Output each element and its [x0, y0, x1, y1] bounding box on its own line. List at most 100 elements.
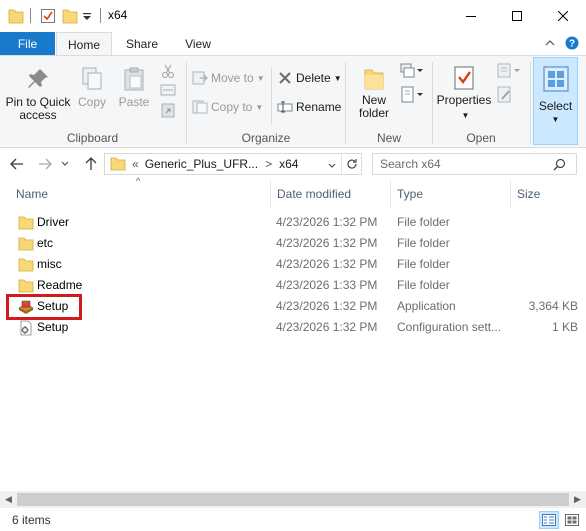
list-item[interactable]: misc 4/23/2026 1:32 PM File folder — [8, 254, 586, 275]
edit-icon[interactable] — [497, 86, 513, 104]
status-bar: 6 items — [0, 508, 586, 531]
column-divider[interactable] — [510, 180, 511, 208]
properties-button[interactable]: Properties ▼ — [436, 64, 492, 122]
large-icons-view-button[interactable] — [562, 511, 582, 529]
item-count: 6 items — [12, 513, 51, 527]
list-item[interactable]: Driver 4/23/2026 1:32 PM File folder — [8, 212, 586, 233]
cut-icon[interactable] — [160, 63, 176, 79]
scroll-right-icon[interactable]: ▶ — [569, 492, 586, 507]
config-file-icon — [20, 320, 32, 336]
up-button[interactable] — [82, 155, 100, 173]
window-title: x64 — [108, 8, 128, 22]
tab-view[interactable]: View — [174, 32, 222, 55]
copy-to-label: Copy to — [211, 100, 253, 114]
column-header-size[interactable]: Size — [517, 180, 540, 208]
help-icon[interactable]: ? — [565, 36, 579, 50]
chevron-down-icon — [328, 163, 336, 168]
search-icon — [553, 158, 566, 171]
divider — [271, 68, 272, 124]
properties-quick-access-icon[interactable] — [40, 7, 56, 25]
rename-label: Rename — [296, 100, 342, 114]
maximize-icon — [512, 10, 522, 21]
search-placeholder: Search x64 — [380, 157, 441, 171]
select-button[interactable]: Select ▼ — [533, 57, 578, 145]
folder-icon — [18, 237, 34, 251]
breadcrumb-overflow[interactable]: « — [132, 157, 139, 171]
tab-share[interactable]: Share — [118, 32, 166, 55]
search-input[interactable]: Search x64 — [372, 153, 577, 175]
close-button[interactable] — [540, 0, 586, 31]
scroll-left-icon[interactable]: ◀ — [0, 492, 17, 507]
open-icon[interactable] — [497, 63, 523, 79]
breadcrumb-separator[interactable]: > — [265, 157, 272, 171]
file-size: 3,364 KB — [528, 299, 578, 313]
breadcrumb-segment[interactable]: x64 — [279, 157, 298, 171]
copy-to-button[interactable]: Copy to ▼ — [192, 98, 263, 116]
scrollbar-thumb[interactable] — [17, 493, 569, 506]
file-type: File folder — [397, 278, 450, 292]
list-item[interactable]: Setup 4/23/2026 1:32 PM Configuration se… — [8, 317, 586, 338]
minimize-button[interactable] — [448, 0, 494, 31]
new-item-icon[interactable] — [400, 63, 424, 79]
file-type: File folder — [397, 215, 450, 229]
column-divider[interactable] — [390, 180, 391, 208]
column-divider[interactable] — [270, 180, 271, 208]
column-header-type[interactable]: Type — [397, 180, 423, 208]
tab-file[interactable]: File — [0, 32, 55, 55]
horizontal-scrollbar[interactable]: ◀ ▶ — [0, 491, 586, 508]
details-view-icon — [542, 514, 556, 526]
svg-text:?: ? — [569, 39, 575, 50]
large-icons-view-icon — [565, 514, 579, 526]
divider — [30, 8, 31, 23]
copy-button[interactable]: Copy — [76, 66, 108, 109]
pin-label-line2: access — [19, 108, 57, 122]
list-item[interactable]: Setup 4/23/2026 1:32 PM Application 3,36… — [8, 296, 586, 317]
paste-button[interactable]: Paste — [116, 66, 152, 109]
rename-button[interactable]: Rename — [277, 98, 341, 116]
refresh-icon — [346, 159, 357, 169]
column-header-date[interactable]: Date modified — [277, 180, 351, 208]
highlight-annotation — [6, 294, 82, 320]
back-button[interactable] — [8, 155, 26, 173]
copy-label: Copy — [77, 95, 106, 109]
column-header-name[interactable]: Name — [16, 180, 48, 208]
refresh-button[interactable] — [341, 154, 361, 174]
new-folder-button[interactable]: New folder — [352, 64, 396, 120]
new-folder-quick-access-icon[interactable] — [62, 7, 78, 25]
folder-icon — [18, 216, 34, 230]
delete-label: Delete — [296, 71, 331, 85]
new-folder-label-line2: folder — [358, 106, 390, 120]
delete-button[interactable]: Delete ▼ — [277, 69, 342, 87]
chevron-down-icon: ▼ — [256, 73, 265, 83]
customize-toolbar-icon[interactable] — [82, 7, 92, 25]
ribbon: Pin to Quick access Copy Paste Clipboard — [0, 55, 586, 148]
easy-access-icon[interactable] — [400, 86, 424, 104]
recent-locations-button[interactable] — [60, 155, 70, 173]
file-type: Application — [397, 299, 456, 313]
paste-shortcut-icon[interactable] — [160, 102, 176, 118]
new-folder-icon — [364, 69, 384, 90]
move-to-button[interactable]: Move to ▼ — [192, 69, 265, 87]
tab-home[interactable]: Home — [56, 32, 112, 56]
file-name: Setup — [37, 320, 69, 334]
copy-path-icon[interactable] — [160, 83, 176, 97]
divider — [100, 8, 101, 23]
breadcrumb-segment[interactable]: Generic_Plus_UFR... — [145, 157, 258, 171]
list-item[interactable]: etc 4/23/2026 1:32 PM File folder — [8, 233, 586, 254]
maximize-button[interactable] — [494, 0, 540, 31]
file-name: misc — [37, 257, 62, 271]
new-group-label: New — [376, 131, 401, 145]
pin-icon — [28, 69, 48, 88]
list-item[interactable]: Readme 4/23/2026 1:33 PM File folder — [8, 275, 586, 296]
move-to-icon — [192, 70, 208, 86]
forward-button[interactable] — [36, 155, 54, 173]
pin-to-quick-access-button[interactable]: Pin to Quick access — [4, 66, 72, 122]
chevron-down-icon: ▼ — [333, 73, 342, 83]
collapse-ribbon-icon[interactable] — [545, 39, 555, 47]
open-group-label: Open — [466, 131, 496, 145]
title-bar: x64 — [0, 0, 586, 32]
details-view-button[interactable] — [539, 511, 559, 529]
address-dropdown-button[interactable] — [328, 158, 336, 172]
file-date: 4/23/2026 1:32 PM — [276, 299, 378, 313]
address-bar[interactable]: « Generic_Plus_UFR... > x64 — [104, 153, 362, 175]
